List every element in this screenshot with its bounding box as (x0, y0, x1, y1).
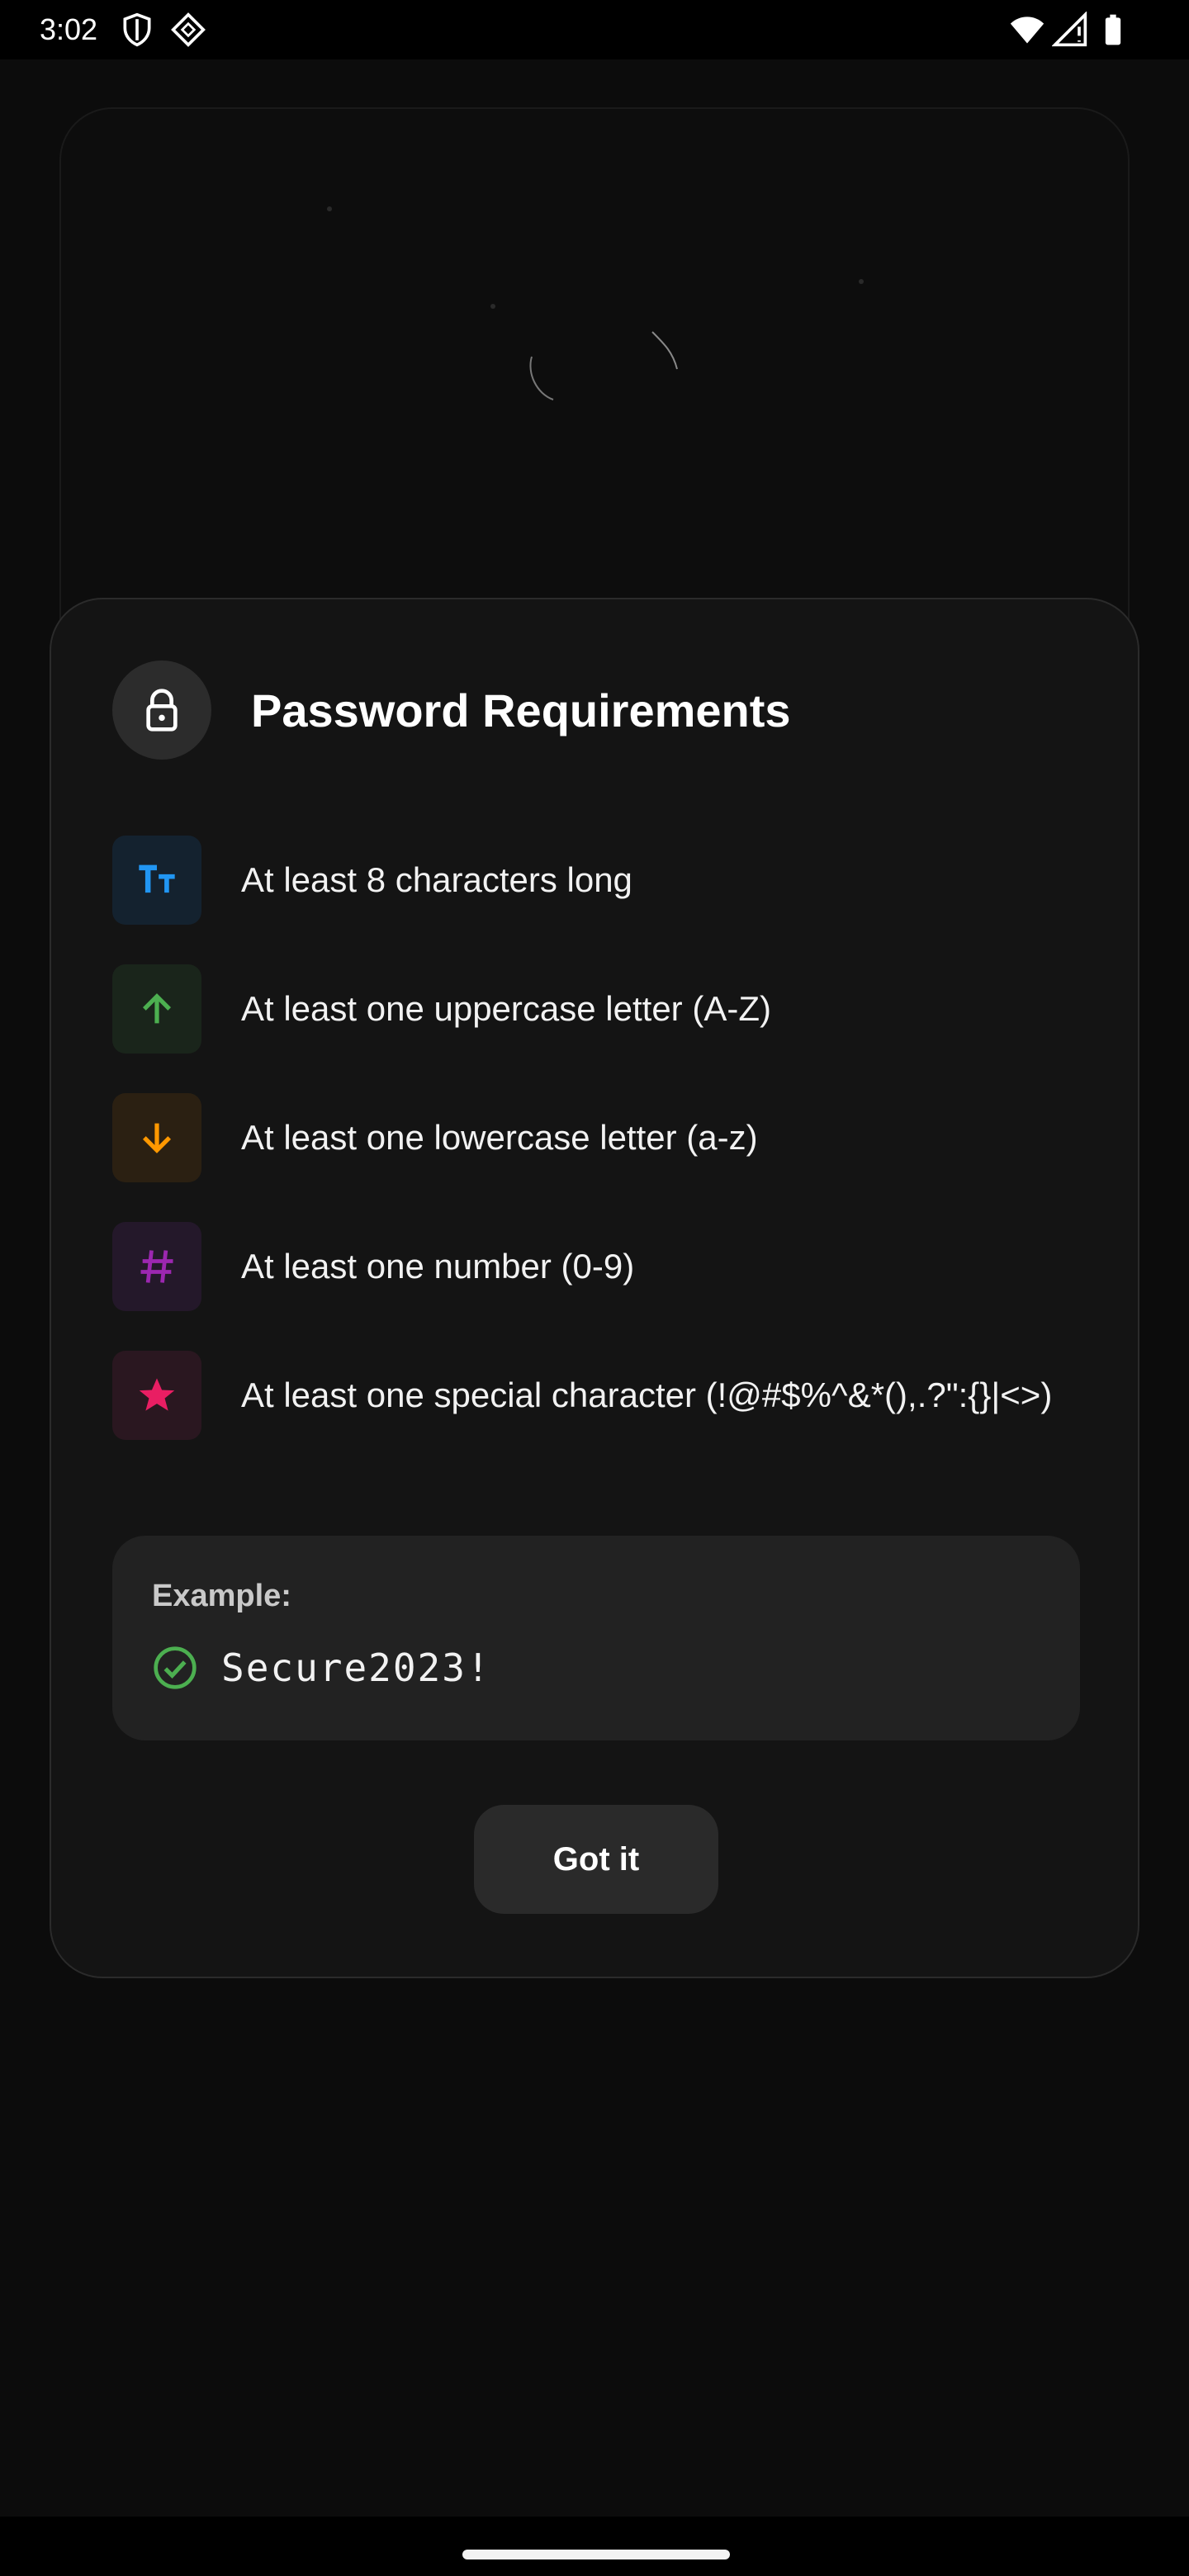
arrow-up-icon (112, 964, 201, 1054)
status-time: 3:02 (40, 12, 98, 46)
diamond-icon (170, 12, 206, 48)
arrow-down-icon (112, 1093, 201, 1182)
example-row: Secure2023! (152, 1645, 491, 1691)
requirement-item: At least 8 characters long (112, 836, 1087, 925)
dialog-title: Password Requirements (251, 684, 791, 736)
requirement-item: At least one number (0-9) (112, 1222, 1087, 1311)
password-requirements-dialog: Password Requirements At least 8 charact… (50, 598, 1139, 1978)
text-size-icon (112, 836, 201, 925)
example-box: Example: Secure2023! (112, 1536, 1080, 1740)
requirement-text: At least one number (0-9) (241, 1247, 635, 1286)
requirement-text: At least 8 characters long (241, 860, 632, 899)
star-icon (112, 1351, 201, 1440)
requirement-item: At least one special character (!@#$%^&*… (112, 1351, 1087, 1440)
requirement-text: At least one special character (!@#$%^&*… (241, 1376, 1053, 1414)
hash-icon (112, 1222, 201, 1311)
status-bar: 3:02 (0, 0, 1189, 59)
shield-icon (119, 12, 155, 48)
navigation-bar (0, 2517, 1189, 2576)
example-label: Example: (152, 1579, 291, 1613)
requirement-item: At least one uppercase letter (A-Z) (112, 964, 1087, 1054)
check-circle-icon (152, 1645, 198, 1691)
dialog-header: Password Requirements (112, 659, 791, 761)
example-password: Secure2023! (221, 1646, 491, 1690)
battery-icon (1095, 12, 1131, 48)
lock-icon (112, 661, 211, 760)
signal-icon (1052, 12, 1088, 48)
requirement-item: At least one lowercase letter (a-z) (112, 1093, 1087, 1182)
wifi-icon (1009, 12, 1045, 48)
got-it-button[interactable]: Got it (474, 1805, 718, 1914)
loading-spinner-icon (520, 307, 685, 414)
requirement-text: At least one lowercase letter (a-z) (241, 1118, 758, 1157)
home-indicator[interactable] (462, 2550, 730, 2559)
requirement-text: At least one uppercase letter (A-Z) (241, 989, 771, 1028)
